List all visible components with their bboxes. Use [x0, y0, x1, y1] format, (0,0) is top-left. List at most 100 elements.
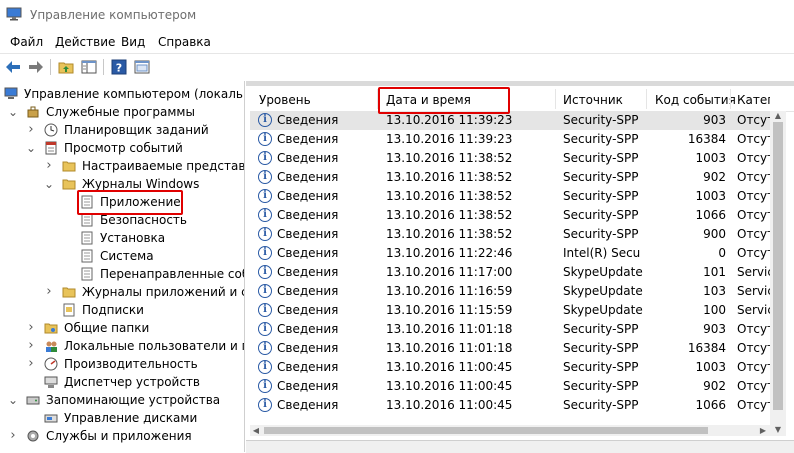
info-icon: i: [258, 227, 272, 241]
event-row[interactable]: i Сведения 13.10.2016 11:01:18 Security-SPP…: [250, 339, 770, 358]
show-tree-button[interactable]: [80, 58, 98, 76]
forward-icon: [29, 61, 43, 73]
event-id-cell: 900: [703, 227, 726, 241]
scroll-right-icon[interactable]: ▶: [758, 425, 768, 436]
tree-node[interactable]: Установка: [0, 229, 244, 247]
event-row[interactable]: i Сведения 13.10.2016 11:22:46 Intel(R) Sec…: [250, 244, 770, 263]
collapse-arrow-icon[interactable]: ⌄: [26, 139, 36, 157]
expand-arrow-icon[interactable]: ›: [26, 355, 36, 373]
info-icon: i: [258, 379, 272, 393]
event-id-cell: 903: [703, 322, 726, 336]
tree-node[interactable]: › Службы и приложения: [0, 427, 244, 445]
horizontal-scrollbar[interactable]: ◀ ▶: [250, 425, 770, 436]
scroll-up-icon[interactable]: ▲: [773, 112, 783, 120]
event-row[interactable]: i Сведения 13.10.2016 11:01:18 Security-SPP…: [250, 320, 770, 339]
event-row[interactable]: i Сведения 13.10.2016 11:38:52 Security-SPP…: [250, 149, 770, 168]
collapse-arrow-icon[interactable]: ⌄: [8, 103, 18, 121]
storage-icon: [26, 393, 40, 407]
folder-icon: [62, 159, 76, 173]
event-row[interactable]: i Сведения 13.10.2016 11:16:59 SkypeUpdate 1…: [250, 282, 770, 301]
task-scheduler-icon: [44, 123, 58, 137]
vertical-scroll-thumb[interactable]: [773, 122, 783, 410]
column-divider[interactable]: [730, 89, 731, 109]
menu-view[interactable]: Вид: [121, 35, 145, 49]
tree-node[interactable]: › Производительность: [0, 355, 244, 373]
event-row[interactable]: i Сведения 13.10.2016 11:15:59 SkypeUpdate 1…: [250, 301, 770, 320]
expand-arrow-icon[interactable]: ›: [8, 427, 18, 445]
up-folder-button[interactable]: [57, 58, 75, 76]
tree-node[interactable]: Управление дисками: [0, 409, 244, 427]
event-row[interactable]: i Сведения 13.10.2016 11:38:52 Security-SPP…: [250, 206, 770, 225]
menu-help[interactable]: Справка: [158, 35, 211, 49]
level-cell: Сведения: [277, 208, 339, 222]
forward-button[interactable]: [27, 58, 45, 76]
event-id-cell: 16384: [687, 132, 726, 146]
collapse-arrow-icon[interactable]: ⌄: [8, 391, 18, 409]
event-row[interactable]: i Сведения 13.10.2016 11:00:45 Security-SPP…: [250, 396, 770, 415]
date-time-cell: 13.10.2016 11:39:23: [386, 132, 513, 146]
tree-node[interactable]: ⌄ Служебные программы: [0, 103, 244, 121]
info-icon: i: [258, 189, 272, 203]
properties-button[interactable]: [133, 58, 151, 76]
event-id-cell: 1003: [695, 360, 726, 374]
expand-arrow-icon[interactable]: ›: [44, 283, 54, 301]
scroll-down-icon[interactable]: ▼: [773, 426, 783, 434]
column-level[interactable]: Уровень: [259, 93, 311, 107]
tree-node[interactable]: Система: [0, 247, 244, 265]
menu-action[interactable]: Действие: [55, 35, 115, 49]
expand-arrow-icon[interactable]: ›: [26, 319, 36, 337]
source-cell: Security-SPP: [563, 227, 639, 241]
event-row[interactable]: i Сведения 13.10.2016 11:38:52 Security-SPP…: [250, 168, 770, 187]
event-row[interactable]: i Сведения 13.10.2016 11:39:23 Security-SPP…: [250, 130, 770, 149]
tree-node[interactable]: Подписки: [0, 301, 244, 319]
tree-node-label: Установка: [100, 231, 166, 245]
column-source[interactable]: Источник: [563, 93, 623, 107]
users-icon: [44, 339, 58, 353]
date-time-cell: 13.10.2016 11:22:46: [386, 246, 513, 260]
tree-node[interactable]: › Локальные пользователи и груп: [0, 337, 244, 355]
column-divider[interactable]: [555, 89, 556, 109]
tree-node[interactable]: › Журналы приложений и слу: [0, 283, 244, 301]
event-row[interactable]: i Сведения 13.10.2016 11:00:45 Security-SPP…: [250, 358, 770, 377]
tree-node[interactable]: ⌄ Просмотр событий: [0, 139, 244, 157]
tree-node[interactable]: ⌄ Запоминающие устройства: [0, 391, 244, 409]
horizontal-scroll-thumb[interactable]: [264, 427, 708, 434]
tree-node[interactable]: › Планировщик заданий: [0, 121, 244, 139]
event-row[interactable]: i Сведения 13.10.2016 11:17:00 SkypeUpdate 1…: [250, 263, 770, 282]
event-id-cell: 101: [703, 265, 726, 279]
tree-node-label: Производительность: [64, 357, 198, 371]
column-divider[interactable]: [646, 89, 647, 109]
tree-node-label: Подписки: [82, 303, 144, 317]
vertical-scrollbar[interactable]: ▲ ▼: [770, 111, 786, 436]
help-button[interactable]: ?: [110, 58, 128, 76]
info-icon: i: [258, 170, 272, 184]
tree-node[interactable]: › Настраиваемые представлен: [0, 157, 244, 175]
collapse-arrow-icon[interactable]: ⌄: [44, 175, 54, 193]
tree-node[interactable]: Управление компьютером (локальным: [0, 85, 244, 103]
expand-arrow-icon[interactable]: ›: [26, 121, 36, 139]
tree-node[interactable]: Перенаправленные собы: [0, 265, 244, 283]
disk-management-icon: [44, 411, 58, 425]
category-cell: Отсут: [737, 151, 770, 165]
scroll-left-icon[interactable]: ◀: [251, 425, 261, 436]
event-row[interactable]: i Сведения 13.10.2016 11:38:52 Security-SPP…: [250, 187, 770, 206]
svg-text:?: ?: [116, 62, 122, 75]
event-row[interactable]: i Сведения 13.10.2016 11:00:45 Security-SPP…: [250, 377, 770, 396]
menu-file[interactable]: Файл: [10, 35, 43, 49]
back-button[interactable]: [4, 58, 22, 76]
category-cell: Отсут: [737, 379, 770, 393]
tree-node[interactable]: › Общие папки: [0, 319, 244, 337]
event-row[interactable]: i Сведения 13.10.2016 11:38:52 Security-SPP…: [250, 225, 770, 244]
event-row[interactable]: i Сведения 13.10.2016 11:39:23 Security-SPP…: [250, 111, 770, 130]
tree-node-label: Службы и приложения: [46, 429, 192, 443]
source-cell: SkypeUpdate: [563, 284, 643, 298]
expand-arrow-icon[interactable]: ›: [26, 337, 36, 355]
level-cell: Сведения: [277, 132, 339, 146]
tree-node[interactable]: Диспетчер устройств: [0, 373, 244, 391]
column-event-id[interactable]: Код события: [655, 93, 736, 107]
date-time-cell: 13.10.2016 11:17:00: [386, 265, 513, 279]
expand-arrow-icon[interactable]: ›: [44, 157, 54, 175]
source-cell: Security-SPP: [563, 379, 639, 393]
event-viewer-icon: [44, 141, 58, 155]
column-category[interactable]: Катего: [737, 93, 770, 107]
